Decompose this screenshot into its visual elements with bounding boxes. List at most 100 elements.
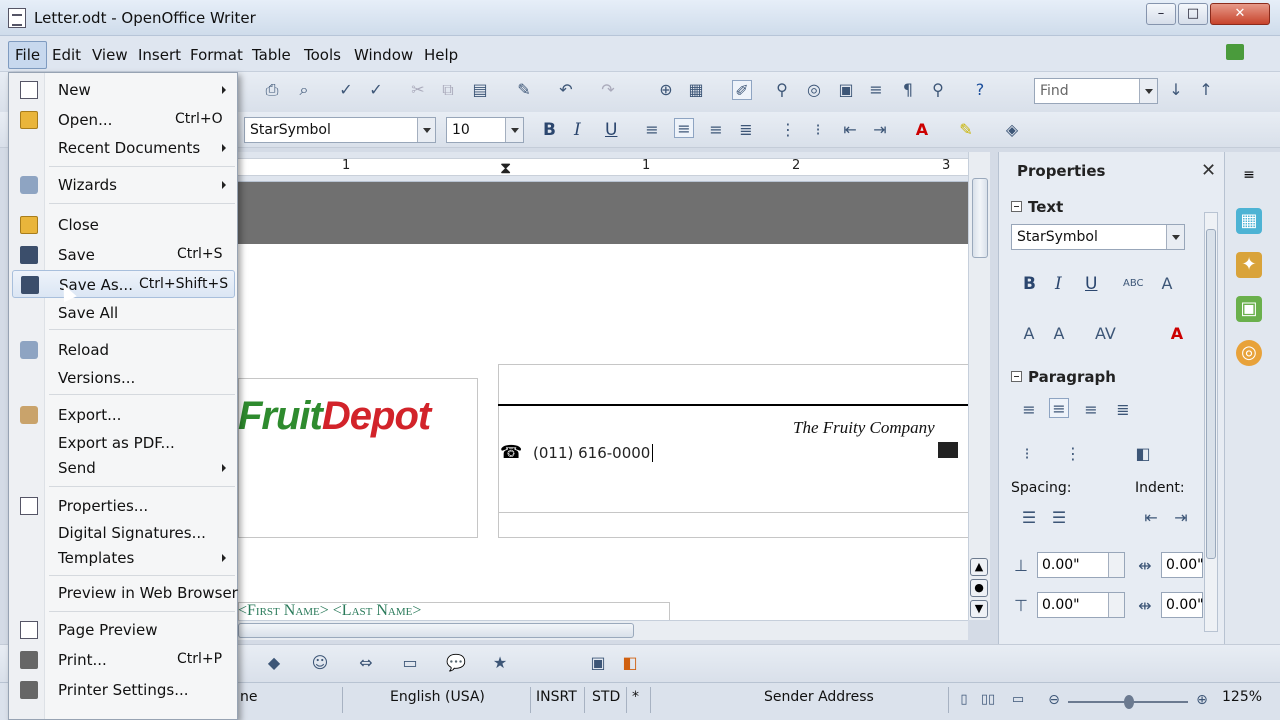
sidebar-menu-icon[interactable]: ≡ [1236,162,1262,188]
data-sources-icon[interactable]: ≡ [866,80,886,100]
book-view-icon[interactable]: ▭ [1008,690,1028,710]
menu-help[interactable]: Help [424,46,458,64]
menu-file[interactable]: File [8,41,48,69]
close-window-button[interactable]: ✕ [1210,3,1270,25]
gallery-icon[interactable]: ▣ [836,80,856,100]
menu-item-printer-settings[interactable]: Printer Settings... [9,676,237,704]
spacing-below-stepper[interactable] [1108,593,1124,617]
grow-font-icon[interactable]: A [1019,324,1039,344]
update-download-icon[interactable] [1226,44,1244,60]
fontwork-icon[interactable]: ▣ [588,653,608,673]
shadow-icon[interactable]: A [1157,274,1177,294]
zoom-slider-thumb[interactable] [1124,695,1134,709]
single-page-view-icon[interactable]: ▯ [954,690,974,710]
insert-mode-status[interactable]: INSRT [536,689,577,705]
callouts-icon[interactable]: 💬 [446,653,466,673]
find-next-icon[interactable]: ↓ [1166,80,1186,100]
paragraph-background-icon[interactable]: ◧ [1133,444,1153,464]
underline-icon[interactable]: U [605,120,617,140]
sidebar-close-button[interactable]: ✕ [1201,160,1216,181]
stars-icon[interactable]: ★ [490,653,510,673]
gallery-deck-icon[interactable]: ▣ [1236,296,1262,322]
sidebar-bold-icon[interactable]: B [1023,274,1036,294]
zoom-out-icon[interactable]: ⊖ [1044,690,1064,710]
horizontal-ruler[interactable]: 1 ⧗ 1 2 3 [238,152,968,182]
navigator-icon[interactable]: ◎ [804,80,824,100]
hyperlink-icon[interactable]: ⊕ [656,80,676,100]
sidebar-increase-indent-icon[interactable]: ⇤ [1141,508,1161,528]
indent-before-field[interactable]: 0.00" [1161,552,1204,578]
previous-page-icon[interactable]: ▲ [970,558,988,576]
character-spacing-icon[interactable]: AV [1095,324,1116,344]
scrollbar-thumb[interactable] [972,178,988,258]
sidebar-decrease-indent-icon[interactable]: ⇥ [1171,508,1191,528]
extrusion-icon[interactable]: ◧ [620,653,640,673]
decrease-indent-icon[interactable]: ⇤ [840,120,860,140]
document-canvas[interactable]: FruitDepot The Fruity Company ☎ (011) 61… [238,182,968,620]
italic-icon[interactable]: I [574,120,581,140]
autospellcheck-icon[interactable]: ✓ [366,80,386,100]
menu-item-versions[interactable]: Versions... [9,364,237,392]
help-icon[interactable]: ? [970,80,990,100]
sidebar-italic-icon[interactable]: I [1055,274,1062,294]
zoom-icon[interactable]: ⚲ [928,80,948,100]
menu-item-recent-documents[interactable]: Recent Documents [9,134,237,162]
cut-icon[interactable]: ✂ [408,80,428,100]
sidebar-bullets-icon[interactable]: ⁝ [1017,444,1037,464]
font-color-icon[interactable]: A [912,120,932,140]
menu-item-export[interactable]: Export... [9,401,237,429]
zoom-in-icon[interactable]: ⊕ [1192,690,1212,710]
align-right-icon[interactable]: ≡ [706,120,726,140]
sidebar-numbering-icon[interactable]: ⋮ [1063,444,1083,464]
minimize-button[interactable]: – [1146,3,1176,25]
recipient-name-field[interactable]: <First Name> <Last Name> [238,602,421,620]
table-icon[interactable]: ▦ [686,80,706,100]
menu-item-export-pdf[interactable]: Export as PDF... [9,429,237,457]
increase-indent-icon[interactable]: ⇥ [870,120,890,140]
spacing-above-stepper[interactable] [1108,553,1124,577]
font-name-dropdown[interactable] [417,118,435,142]
menu-item-wizards[interactable]: Wizards [9,171,237,199]
menu-tools[interactable]: Tools [304,46,341,64]
font-size-dropdown[interactable] [505,118,523,142]
menu-format[interactable]: Format [190,46,243,64]
indent-after-field[interactable]: 0.00" [1161,592,1204,618]
spellcheck-icon[interactable]: ✓ [336,80,356,100]
sidebar-align-center-icon[interactable]: ≡ [1049,398,1069,418]
bold-icon[interactable]: B [543,120,556,140]
align-center-icon[interactable]: ≡ [674,118,694,138]
page-style-status[interactable]: ne [240,689,258,705]
strikethrough-icon[interactable]: ABC [1123,274,1144,294]
document-vertical-scrollbar[interactable] [968,152,990,620]
menu-item-properties[interactable]: Properties... [9,492,237,520]
print-icon[interactable]: ⎙ [262,80,282,100]
redo-icon[interactable]: ↷ [598,80,618,100]
styles-deck-icon[interactable]: ✦ [1236,252,1262,278]
find-replace-icon[interactable]: ⚲ [772,80,792,100]
numbering-icon[interactable]: ⋮ [778,120,798,140]
menu-view[interactable]: View [92,46,128,64]
justify-icon[interactable]: ≣ [736,120,756,140]
sidebar-justify-icon[interactable]: ≣ [1113,400,1133,420]
zoom-level[interactable]: 125% [1222,689,1262,705]
bullets-icon[interactable]: ⁝ [808,120,828,140]
menu-item-save[interactable]: Save Ctrl+S [9,241,237,269]
clone-formatting-icon[interactable]: ✎ [514,80,534,100]
scrollbar-thumb[interactable] [1206,229,1216,559]
sidebar-font-name-combo[interactable]: StarSymbol [1011,224,1185,250]
sidebar-align-left-icon[interactable]: ≡ [1019,400,1039,420]
menu-item-save-as[interactable]: Save As... Ctrl+Shift+S [12,270,235,298]
highlighting-icon[interactable]: ✎ [956,120,976,140]
find-input[interactable]: Find [1034,78,1158,104]
navigator-deck-icon[interactable]: ◎ [1236,340,1262,366]
menu-item-reload[interactable]: Reload [9,336,237,364]
next-page-icon[interactable]: ▼ [970,600,988,618]
align-left-icon[interactable]: ≡ [642,120,662,140]
basic-shapes-icon[interactable]: ◆ [264,653,284,673]
shrink-font-icon[interactable]: A [1049,324,1069,344]
menu-item-preview-web[interactable]: Preview in Web Browser [9,579,238,607]
font-name-combo[interactable]: StarSymbol [244,117,436,143]
menu-item-send[interactable]: Send [9,454,237,482]
find-dropdown-button[interactable] [1139,79,1157,103]
block-arrows-icon[interactable]: ⇔ [356,653,376,673]
